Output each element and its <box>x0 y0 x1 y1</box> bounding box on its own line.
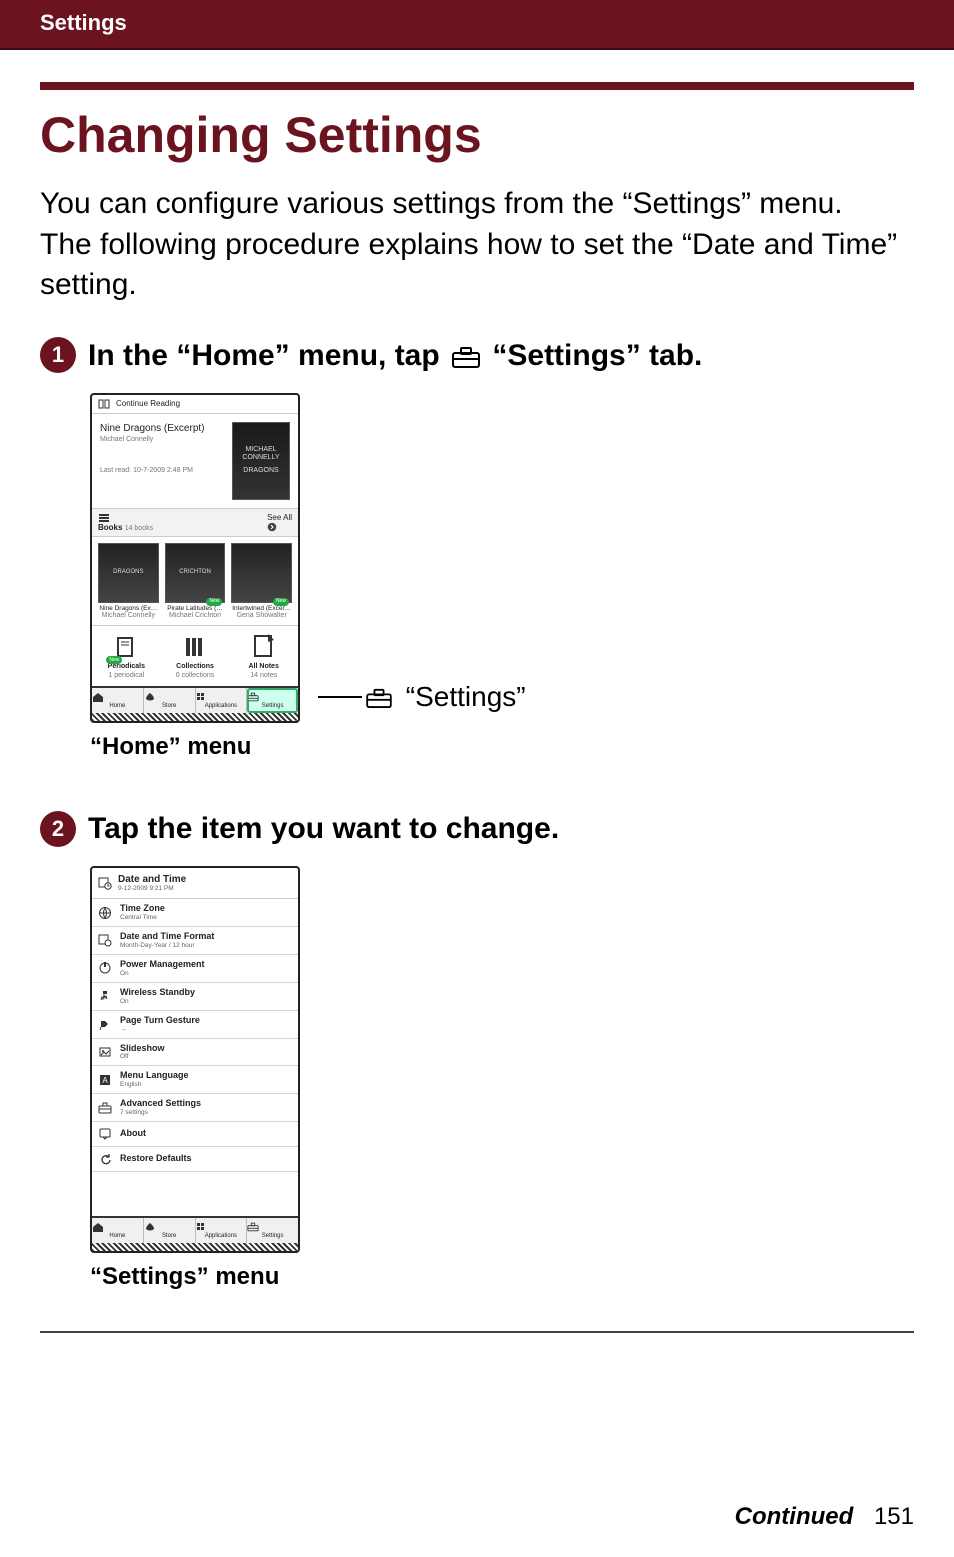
section-label: Settings <box>0 0 147 48</box>
step-1-text: In the “Home” menu, tap “Settings” tab. <box>88 336 702 375</box>
nav-home: Home <box>92 1218 144 1243</box>
callout-leader-line <box>318 696 362 698</box>
svg-text:A: A <box>102 1076 108 1085</box>
settings-callout-label: “Settings” <box>406 681 526 712</box>
home-tile: All Notes14 notes <box>229 626 298 686</box>
page-footer: Continued 151 <box>735 1503 914 1531</box>
home-menu-figure: Continue Reading Nine Dragons (Excerpt) … <box>90 393 300 724</box>
home-icon <box>92 692 143 702</box>
books-header: Books <box>98 523 122 532</box>
settings-item-icon <box>98 906 112 920</box>
settings-item: Page Turn Gesture→ <box>92 1011 298 1039</box>
settings-item: Power ManagementOn <box>92 955 298 983</box>
see-all-label: See All <box>267 513 292 522</box>
applications-icon <box>196 692 247 702</box>
page-header: Settings <box>0 0 954 48</box>
continued-label: Continued <box>735 1503 854 1530</box>
applications-icon <box>196 1222 247 1232</box>
settings-item: About <box>92 1122 298 1147</box>
settings-item-icon <box>98 1045 112 1059</box>
settings-menu-figure: Date and Time 9-12-2009 9:21 PM Time Zon… <box>90 866 300 1253</box>
home-tile: NewPeriodicals1 periodical <box>92 626 161 686</box>
nav-settings: Settings <box>247 1218 298 1243</box>
nav-store: Store <box>144 1218 196 1243</box>
settings-item-icon <box>98 933 112 947</box>
nav-settings: Settings <box>247 688 298 713</box>
cover-line1: MICHAEL <box>233 446 289 454</box>
step-2: 2 Tap the item you want to change. Date … <box>40 809 914 1291</box>
title-rule <box>40 82 914 90</box>
settings-callout: “Settings” <box>366 681 526 713</box>
store-icon <box>144 692 195 702</box>
book-thumb: CRICHTONNewPirate Latitudes (…Michael Cr… <box>165 543 226 620</box>
books-stack-icon <box>98 513 153 523</box>
settings-item: Date and Time FormatMonth-Day-Year / 12 … <box>92 927 298 955</box>
store-icon <box>144 1222 195 1232</box>
nav-applications: Applications <box>196 1218 248 1243</box>
settings-item: Time ZoneCentral Time <box>92 899 298 927</box>
step-1-text-before: In the “Home” menu, tap <box>88 339 448 372</box>
settings-figure-caption: “Settings” menu <box>90 1263 279 1291</box>
page-title: Changing Settings <box>40 106 914 164</box>
home-book-title: Nine Dragons (Excerpt) <box>100 422 224 435</box>
book-open-icon <box>98 399 110 409</box>
settings-item-icon <box>98 989 112 1003</box>
settings-figure-subtitle: 9-12-2009 9:21 PM <box>118 885 186 892</box>
settings-item-icon <box>98 1152 112 1166</box>
continue-reading-label: Continue Reading <box>116 399 180 408</box>
step-1: 1 In the “Home” menu, tap “Settings” tab… <box>40 336 914 762</box>
home-last-read: Last read: 10-7-2009 2:48 PM <box>100 466 224 475</box>
nav-store: Store <box>144 688 196 713</box>
home-tile: Collections0 collections <box>161 626 230 686</box>
settings-item: Advanced Settings7 settings <box>92 1094 298 1122</box>
settings-icon <box>247 1222 298 1232</box>
header-rule <box>0 48 954 50</box>
settings-item: SlideshowOff <box>92 1039 298 1067</box>
home-book-cover: MICHAEL CONNELLY DRAGONS <box>232 422 290 500</box>
settings-figure-title: Date and Time <box>118 874 186 885</box>
books-sub: 14 books <box>125 525 153 532</box>
home-book-author: Michael Connelly <box>100 435 224 444</box>
device-footer-stripe <box>92 713 298 721</box>
home-figure-caption: “Home” menu <box>90 733 251 761</box>
home-icon <box>92 1222 143 1232</box>
step-1-badge: 1 <box>40 337 76 373</box>
intro-text: You can configure various settings from … <box>40 184 914 306</box>
calendar-clock-icon <box>98 876 112 890</box>
cover-line3: DRAGONS <box>233 467 289 475</box>
settings-icon <box>247 692 298 702</box>
step-2-text: Tap the item you want to change. <box>88 809 559 848</box>
nav-applications: Applications <box>196 688 248 713</box>
toolbox-icon <box>366 688 392 708</box>
device-footer-stripe <box>92 1243 298 1251</box>
cover-line2: CONNELLY <box>233 454 289 462</box>
footer-rule <box>40 1331 914 1333</box>
settings-item: AMenu LanguageEnglish <box>92 1066 298 1094</box>
page-number: 151 <box>874 1503 914 1530</box>
settings-item-icon <box>98 1127 112 1141</box>
nav-home: Home <box>92 688 144 713</box>
toolbox-icon <box>452 346 480 368</box>
settings-item: Wireless StandbyOn <box>92 983 298 1011</box>
book-thumb: NewIntertwined (Excer…Gena Showalter <box>231 543 292 620</box>
step-2-badge: 2 <box>40 811 76 847</box>
book-thumb: DRAGONSNine Dragons (Ex…Michael Connelly <box>98 543 159 620</box>
settings-item-icon <box>98 1101 112 1115</box>
settings-item-icon <box>98 961 112 975</box>
settings-item-icon: A <box>98 1073 112 1087</box>
step-1-text-after: “Settings” tab. <box>492 339 702 372</box>
chevron-right-circle-icon <box>267 522 292 532</box>
settings-item: Restore Defaults <box>92 1147 298 1172</box>
settings-item-icon <box>98 1017 112 1031</box>
